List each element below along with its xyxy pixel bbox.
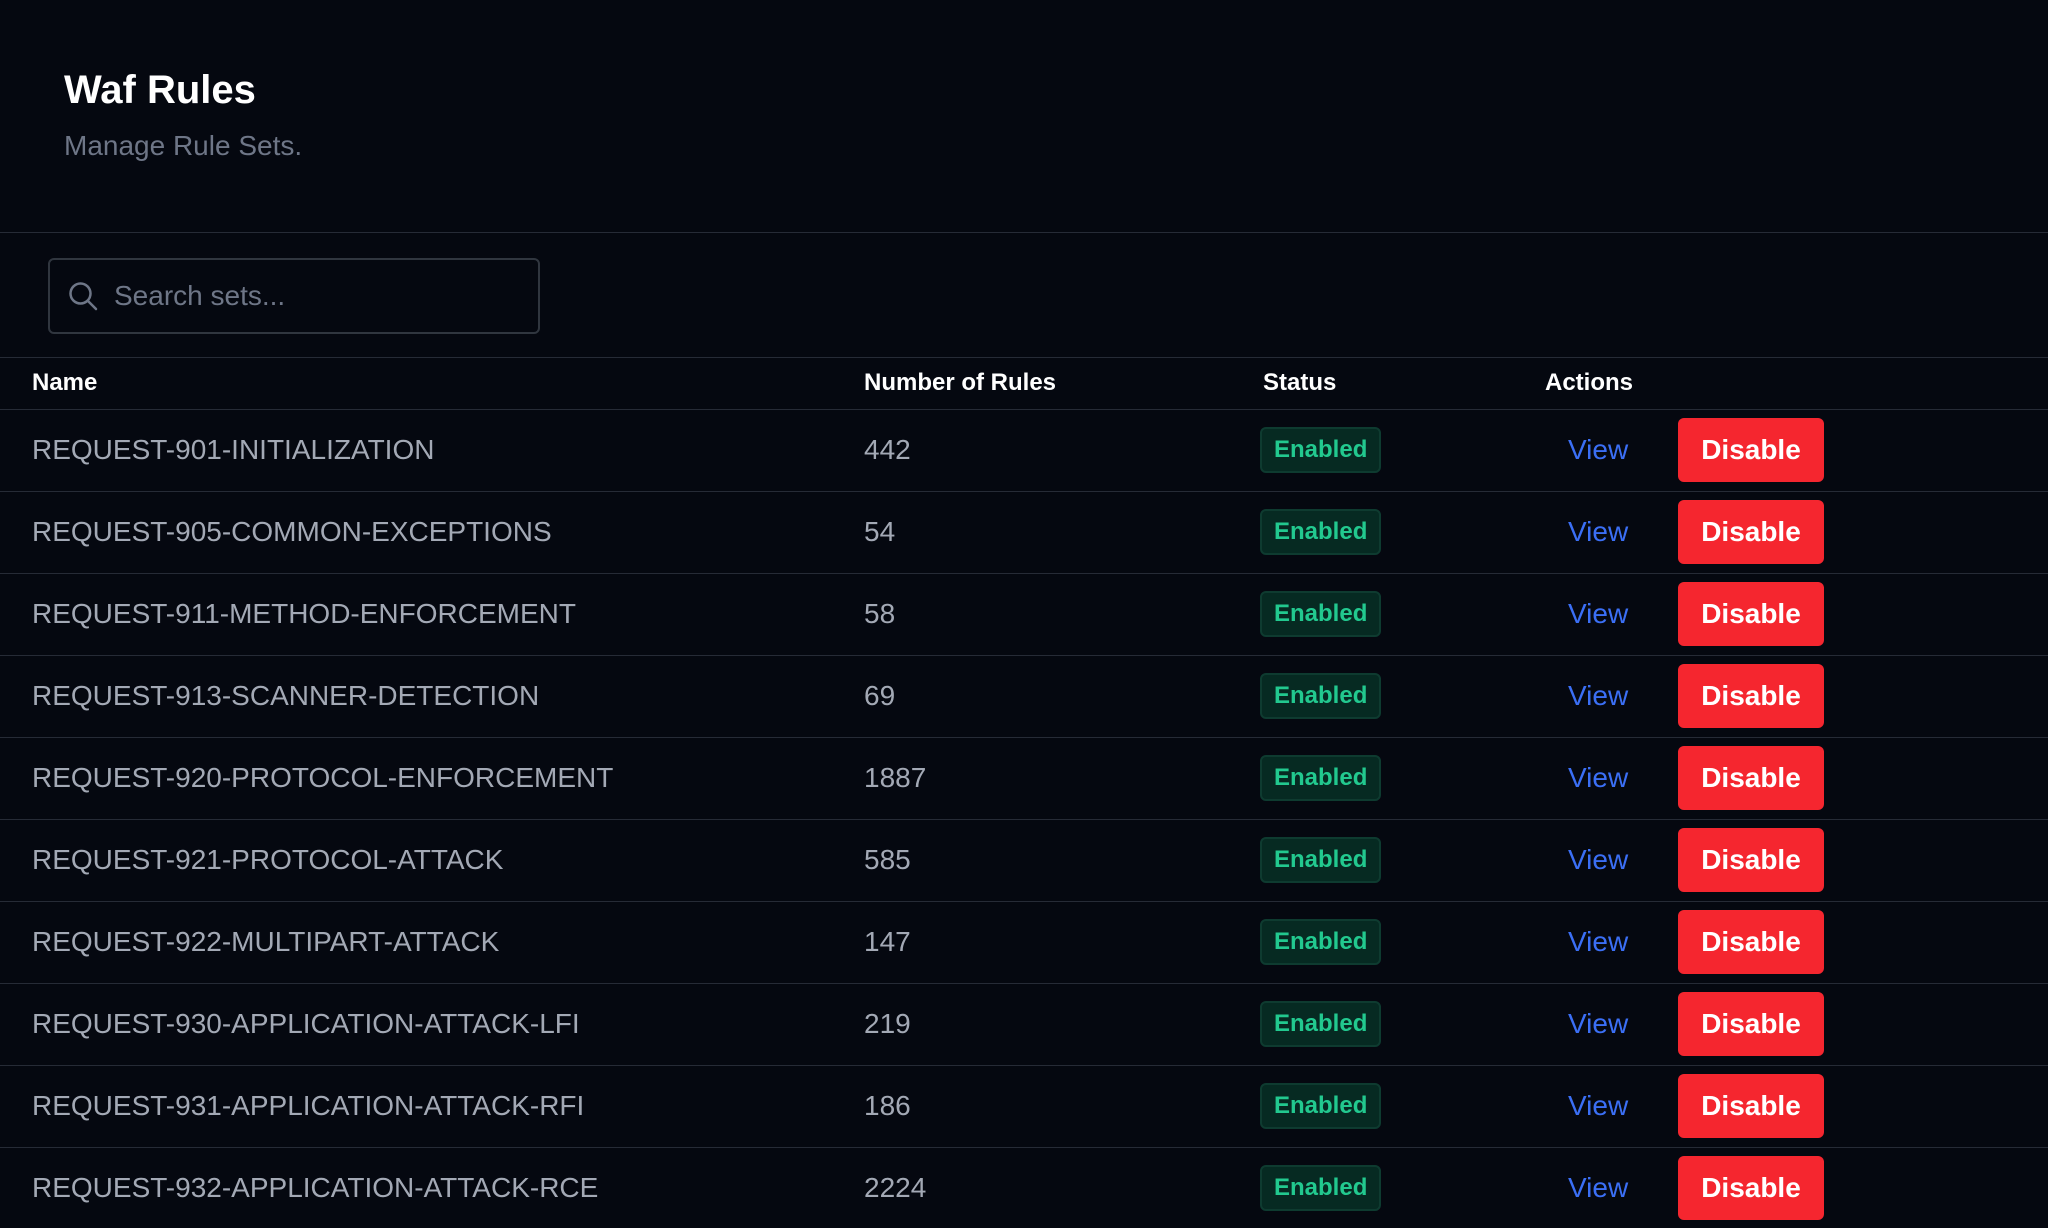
status-cell: Enabled (1260, 1065, 1545, 1147)
rule-count: 585 (864, 844, 911, 875)
status-cell: Enabled (1260, 573, 1545, 655)
disable-button[interactable]: Disable (1678, 1156, 1824, 1220)
view-link[interactable]: View (1568, 762, 1678, 794)
disable-button[interactable]: Disable (1678, 910, 1824, 974)
actions-cell: View Disable (1545, 409, 2048, 491)
rule-set-name: REQUEST-932-APPLICATION-ATTACK-RCE (32, 1172, 599, 1203)
status-cell: Enabled (1260, 901, 1545, 983)
rule-count: 219 (864, 1008, 911, 1039)
search-input[interactable] (114, 280, 514, 312)
table-row: REQUEST-921-PROTOCOL-ATTACK 585 Enabled … (0, 819, 2048, 901)
status-badge: Enabled (1260, 1001, 1382, 1047)
column-header-number-of-rules: Number of Rules (864, 369, 1057, 397)
search-bar (0, 233, 2048, 358)
rule-set-name: REQUEST-920-PROTOCOL-ENFORCEMENT (32, 762, 614, 793)
disable-button[interactable]: Disable (1678, 582, 1824, 646)
table-row: REQUEST-931-APPLICATION-ATTACK-RFI 186 E… (0, 1065, 2048, 1147)
table-row: REQUEST-922-MULTIPART-ATTACK 147 Enabled… (0, 901, 2048, 983)
status-cell: Enabled (1260, 1147, 1545, 1228)
column-header-status: Status (1263, 369, 1337, 397)
view-link[interactable]: View (1568, 516, 1678, 548)
table-row: REQUEST-932-APPLICATION-ATTACK-RCE 2224 … (0, 1147, 2048, 1228)
table-row: REQUEST-913-SCANNER-DETECTION 69 Enabled… (0, 655, 2048, 737)
view-link[interactable]: View (1568, 1090, 1678, 1122)
status-cell: Enabled (1260, 655, 1545, 737)
rule-set-name: REQUEST-911-METHOD-ENFORCEMENT (32, 598, 576, 629)
status-badge: Enabled (1260, 509, 1382, 555)
rule-count: 1887 (864, 762, 927, 793)
view-link[interactable]: View (1568, 1172, 1678, 1204)
view-link[interactable]: View (1568, 680, 1678, 712)
rule-count: 442 (864, 434, 911, 465)
page-subtitle: Manage Rule Sets. (64, 130, 303, 161)
view-link[interactable]: View (1568, 1008, 1678, 1040)
table-row: REQUEST-901-INITIALIZATION 442 Enabled V… (0, 409, 2048, 491)
table-row: REQUEST-911-METHOD-ENFORCEMENT 58 Enable… (0, 573, 2048, 655)
rule-count: 186 (864, 1090, 911, 1121)
page-header: Waf Rules Manage Rule Sets. (0, 0, 2048, 233)
view-link[interactable]: View (1568, 926, 1678, 958)
table-row: REQUEST-920-PROTOCOL-ENFORCEMENT 1887 En… (0, 737, 2048, 819)
search-box[interactable] (48, 258, 540, 334)
rule-set-name: REQUEST-913-SCANNER-DETECTION (32, 680, 540, 711)
view-link[interactable]: View (1568, 844, 1678, 876)
actions-cell: View Disable (1545, 737, 2048, 819)
actions-cell: View Disable (1545, 1065, 2048, 1147)
status-cell: Enabled (1260, 409, 1545, 491)
disable-button[interactable]: Disable (1678, 992, 1824, 1056)
actions-cell: View Disable (1545, 901, 2048, 983)
rule-set-name: REQUEST-930-APPLICATION-ATTACK-LFI (32, 1008, 580, 1039)
status-cell: Enabled (1260, 491, 1545, 573)
actions-cell: View Disable (1545, 573, 2048, 655)
view-link[interactable]: View (1568, 434, 1678, 466)
actions-cell: View Disable (1545, 655, 2048, 737)
disable-button[interactable]: Disable (1678, 500, 1824, 564)
status-badge: Enabled (1260, 837, 1382, 883)
column-header-actions: Actions (1545, 369, 1634, 397)
page-title: Waf Rules (64, 68, 256, 112)
rule-count: 2224 (864, 1172, 927, 1203)
table-header-row: Name Number of Rules Status Actions (0, 358, 2048, 409)
status-badge: Enabled (1260, 1165, 1382, 1211)
disable-button[interactable]: Disable (1678, 746, 1824, 810)
rule-set-name: REQUEST-901-INITIALIZATION (32, 434, 435, 465)
column-header-name: Name (32, 369, 98, 397)
status-badge: Enabled (1260, 755, 1382, 801)
actions-cell: View Disable (1545, 983, 2048, 1065)
table-body: REQUEST-901-INITIALIZATION 442 Enabled V… (0, 409, 2048, 1228)
rule-count: 69 (864, 680, 896, 711)
status-badge: Enabled (1260, 673, 1382, 719)
disable-button[interactable]: Disable (1678, 1074, 1824, 1138)
table-row: REQUEST-905-COMMON-EXCEPTIONS 54 Enabled… (0, 491, 2048, 573)
status-badge: Enabled (1260, 919, 1382, 965)
rule-set-name: REQUEST-922-MULTIPART-ATTACK (32, 926, 500, 957)
rule-sets-table: Name Number of Rules Status Actions REQU… (0, 358, 2048, 1228)
rule-set-name: REQUEST-931-APPLICATION-ATTACK-RFI (32, 1090, 585, 1121)
status-badge: Enabled (1260, 591, 1382, 637)
rule-count: 54 (864, 516, 896, 547)
status-badge: Enabled (1260, 427, 1382, 473)
disable-button[interactable]: Disable (1678, 664, 1824, 728)
rule-set-name: REQUEST-921-PROTOCOL-ATTACK (32, 844, 504, 875)
actions-cell: View Disable (1545, 491, 2048, 573)
actions-cell: View Disable (1545, 819, 2048, 901)
rule-count: 58 (864, 598, 896, 629)
actions-cell: View Disable (1545, 1147, 2048, 1228)
status-cell: Enabled (1260, 737, 1545, 819)
table-row: REQUEST-930-APPLICATION-ATTACK-LFI 219 E… (0, 983, 2048, 1065)
rule-set-name: REQUEST-905-COMMON-EXCEPTIONS (32, 516, 552, 547)
search-icon (66, 279, 100, 313)
status-cell: Enabled (1260, 819, 1545, 901)
rule-count: 147 (864, 926, 911, 957)
status-cell: Enabled (1260, 983, 1545, 1065)
disable-button[interactable]: Disable (1678, 418, 1824, 482)
disable-button[interactable]: Disable (1678, 828, 1824, 892)
view-link[interactable]: View (1568, 598, 1678, 630)
status-badge: Enabled (1260, 1083, 1382, 1129)
